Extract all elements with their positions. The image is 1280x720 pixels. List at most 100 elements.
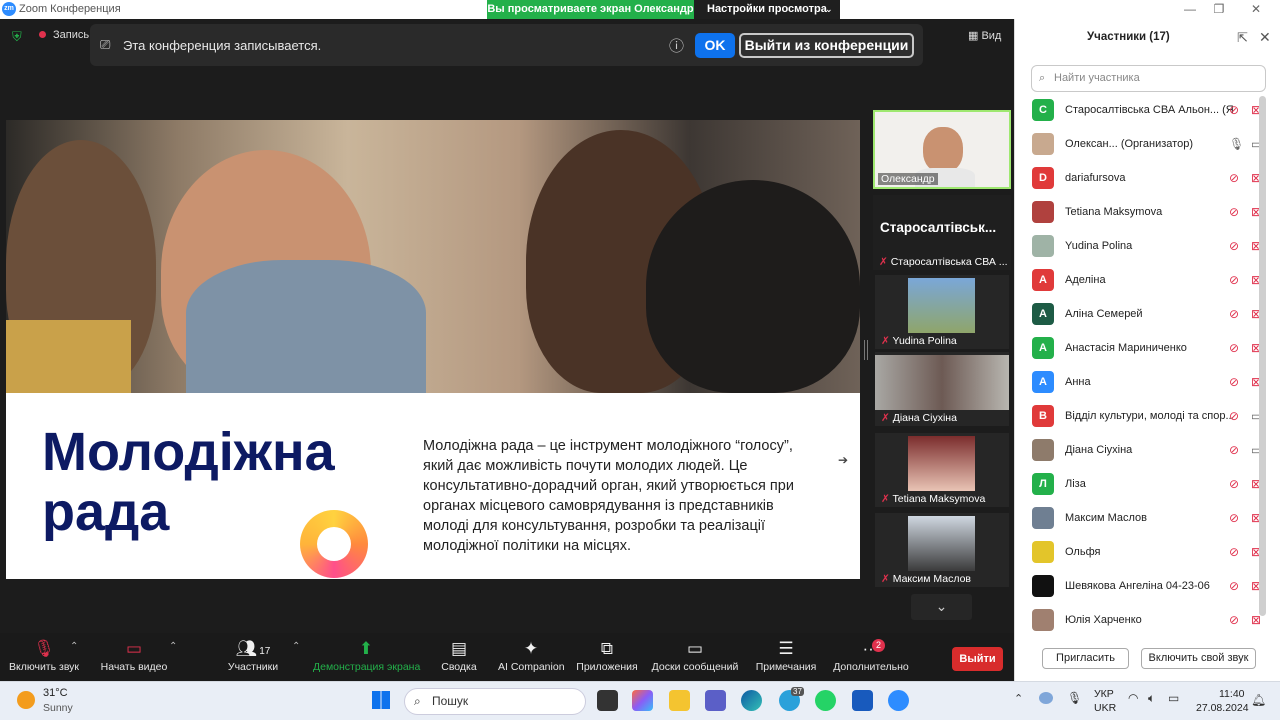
weather-temperature[interactable]: 31°C [43, 687, 68, 699]
volume-icon[interactable]: 🔈︎ [1148, 691, 1155, 706]
participant-row[interactable]: С Старосалтівська СВА Альон... (Я) ⊘ ⊠ [1032, 94, 1272, 128]
windows-start-icon[interactable] [372, 691, 390, 709]
active-speaker-tile[interactable]: Старосалтівськ... ✗ Старосалтівська СВА … [873, 195, 1011, 270]
tile-label: ✗ Tetiana Maksymova [881, 493, 986, 505]
weather-description[interactable]: Sunny [43, 702, 73, 714]
mic-icon[interactable]: 🎙︎ [1229, 137, 1244, 151]
clock-time[interactable]: 11:40 [1219, 688, 1245, 700]
microphone-icon[interactable]: 🎙︎ [1067, 691, 1082, 705]
mic-muted-icon[interactable]: ⊘ [1229, 511, 1239, 525]
video-tile[interactable]: ✗ Yudina Polina [875, 275, 1009, 349]
mic-muted-icon[interactable]: ⊘ [1229, 613, 1239, 627]
participant-row[interactable]: Ddariafursova ⊘ ⊠ [1032, 162, 1272, 196]
mic-muted-icon[interactable]: ⊘ [1229, 307, 1239, 321]
file-explorer-icon[interactable] [669, 690, 690, 711]
video-tile[interactable]: ✗ Tetiana Maksymova [875, 433, 1009, 507]
whatsapp-icon[interactable] [815, 690, 836, 711]
chevron-up-icon[interactable]: ⌃ [292, 641, 300, 652]
mic-muted-icon[interactable]: ⊘ [1229, 477, 1239, 491]
ai-companion-label: AI Companion [498, 661, 565, 673]
mic-muted-icon[interactable]: ⊘ [1229, 273, 1239, 287]
resize-handle[interactable] [864, 340, 868, 360]
participant-row[interactable]: Діана Сіухіна ⊘ ▭ [1032, 434, 1272, 468]
whiteboards-button[interactable]: ▭ Доски сообщений [651, 637, 739, 673]
teams-icon[interactable] [705, 690, 726, 711]
scroll-down-icon[interactable]: ⌄ [911, 594, 972, 620]
participant-row[interactable]: Tetiana Maksymova ⊘ ⊠ [1032, 196, 1272, 230]
info-icon[interactable]: ⓘ [669, 35, 684, 56]
close-icon[interactable]: ✕ [1259, 29, 1271, 46]
notification-bell-icon[interactable]: 🔔︎ [1251, 693, 1266, 707]
mic-muted-icon[interactable]: ⊘ [1229, 375, 1239, 389]
participant-search-input[interactable]: ⌕ Найти участника [1031, 65, 1266, 92]
participant-row[interactable]: Yudina Polina ⊘ ⊠ [1032, 230, 1272, 264]
panel-scrollbar[interactable] [1259, 96, 1266, 616]
clock-date[interactable]: 27.08.2024 [1196, 702, 1249, 714]
mic-muted-icon[interactable]: ⊘ [1229, 103, 1239, 117]
participant-row[interactable]: Юлія Харченко ⊘ ⊠ [1032, 604, 1272, 638]
participant-row[interactable]: Л Ліза ⊘ ⊠ [1032, 468, 1272, 502]
mic-muted-icon[interactable]: ⊘ [1229, 171, 1239, 185]
mic-muted-icon[interactable]: ⊘ [1229, 545, 1239, 559]
word-icon[interactable] [852, 690, 873, 711]
video-tile[interactable]: ✗ Діана Сіухіна [875, 352, 1009, 426]
participant-row[interactable]: Ольфя ⊘ ⊠ [1032, 536, 1272, 570]
slide-body-text: Молодіжна рада – це інструмент молодіжно… [423, 438, 794, 554]
view-button[interactable]: ▦ Вид [968, 29, 1001, 42]
keyboard-layout[interactable]: UKR [1094, 702, 1116, 714]
ok-button[interactable]: OK [695, 33, 735, 58]
taskbar-search[interactable]: ⌕ Пошук [404, 688, 586, 715]
participants-button[interactable]: 👥︎ 17 Участники [225, 637, 281, 673]
recording-indicator[interactable]: Запись [53, 29, 89, 41]
unmute-self-button[interactable]: Включить свой звук [1141, 648, 1256, 669]
summary-button[interactable]: ▤ Сводка [440, 637, 478, 673]
cloud-icon[interactable] [1039, 692, 1053, 704]
copilot-icon[interactable] [632, 690, 653, 711]
notes-button[interactable]: ☰ Примечания [755, 637, 817, 673]
mic-muted-icon[interactable]: ⊘ [1229, 409, 1239, 423]
close-icon[interactable]: ✕ [1241, 1, 1271, 18]
leave-conference-button[interactable]: Выйти из конференции [739, 33, 914, 58]
sun-icon[interactable] [17, 691, 35, 709]
view-settings-button[interactable]: Настройки просмотра ⌄ [694, 0, 840, 19]
task-view-icon[interactable] [597, 690, 618, 711]
participant-row[interactable]: Максим Маслов ⊘ ⊠ [1032, 502, 1272, 536]
participant-row[interactable]: Олексан... (Организатор) 🎙︎ ▭ [1032, 128, 1272, 162]
participant-avatar: А [1032, 337, 1054, 359]
chevron-up-icon[interactable]: ⌃ [169, 641, 177, 652]
apps-label: Приложения [576, 661, 638, 673]
participant-name: Старосалтівська СВА Альон... (Я) [1065, 104, 1233, 116]
apps-button[interactable]: ⧉ Приложения [576, 637, 638, 673]
edge-icon[interactable] [741, 690, 762, 711]
chevron-up-icon[interactable]: ⌃ [1014, 692, 1023, 705]
keyboard-language[interactable]: УКР [1094, 688, 1114, 700]
battery-icon[interactable]: ▭ [1168, 691, 1179, 705]
participant-row[interactable]: Шевякова Ангеліна 04-23-06 ⊘ ⊠ [1032, 570, 1272, 604]
mic-muted-icon[interactable]: ⊘ [1229, 205, 1239, 219]
self-video-tile[interactable]: Олександр [873, 110, 1011, 189]
participant-avatar [1032, 235, 1054, 257]
participant-search-placeholder: Найти участника [1054, 72, 1140, 84]
chevron-up-icon[interactable]: ⌃ [70, 641, 78, 652]
share-screen-button[interactable]: ⬆ Демонстрация экрана [313, 637, 420, 673]
participant-row[interactable]: А Аделіна ⊘ ⊠ [1032, 264, 1272, 298]
mic-muted-icon[interactable]: ⊘ [1229, 443, 1239, 457]
mic-muted-icon[interactable]: ⊘ [1229, 239, 1239, 253]
participant-row[interactable]: А Анна ⊘ ⊠ [1032, 366, 1272, 400]
start-video-button[interactable]: ▭ Начать видео [100, 637, 168, 673]
exit-button[interactable]: Выйти [952, 647, 1003, 671]
invite-button[interactable]: Пригласить [1042, 648, 1129, 669]
minimize-icon[interactable]: — [1175, 1, 1205, 18]
popout-icon[interactable]: ⇱ [1237, 30, 1248, 46]
participant-row[interactable]: А Анастасія Мариниченко ⊘ ⊠ [1032, 332, 1272, 366]
more-button[interactable]: ··· Дополнительно [833, 637, 909, 673]
restore-icon[interactable]: ❐ [1204, 1, 1234, 18]
video-tile[interactable]: ✗ Максим Маслов [875, 513, 1009, 587]
zoom-icon[interactable] [888, 690, 909, 711]
participant-row[interactable]: A Аліна Семерей ⊘ ⊠ [1032, 298, 1272, 332]
wifi-icon[interactable]: ◠ [1128, 691, 1138, 705]
mic-muted-icon[interactable]: ⊘ [1229, 579, 1239, 593]
ai-companion-button[interactable]: ✦ AI Companion [498, 637, 565, 673]
participant-row[interactable]: В Відділ культури, молоді та спор... ⊘ ▭ [1032, 400, 1272, 434]
mic-muted-icon[interactable]: ⊘ [1229, 341, 1239, 355]
